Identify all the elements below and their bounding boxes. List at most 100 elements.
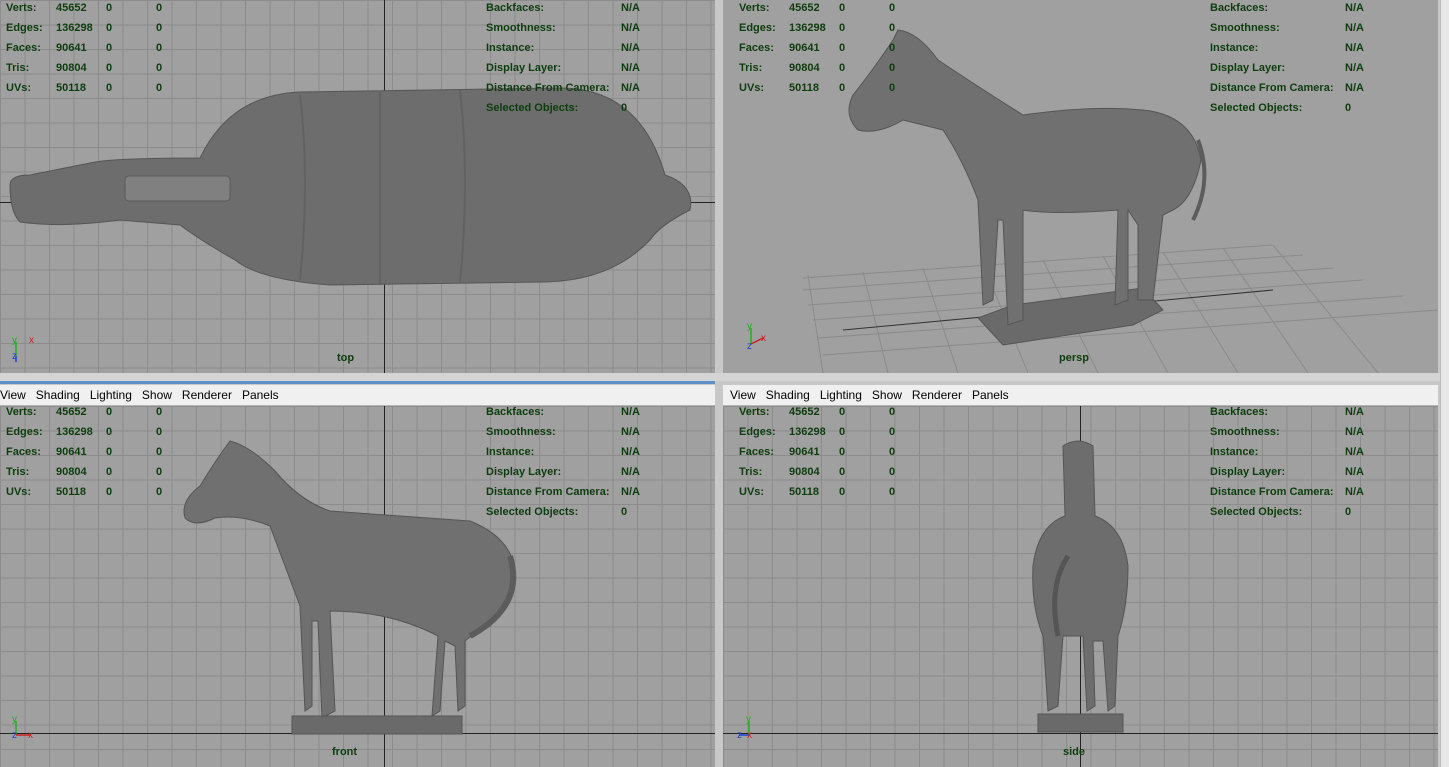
hud-value: N/A [621,466,640,478]
viewport-separator [0,373,1449,381]
hud-value: 0 [106,486,113,498]
menu-panels[interactable]: Panels [972,388,1009,402]
hud-value: N/A [1345,2,1364,14]
hud-poly-count: Verts: 45652 0 0 Edges: 136298 0 0 Faces: 90641… [6,0,176,98]
hud-value: 136298 [789,426,826,438]
hud-value: N/A [1345,426,1364,438]
hud-value: N/A [621,426,640,438]
hud-label: Tris: [739,62,763,74]
menu-shading[interactable]: Shading [766,388,810,402]
hud-value: 0 [839,486,846,498]
hud-value: N/A [621,486,640,498]
hud-label: UVs: [739,82,765,94]
viewport-persp[interactable]: Verts: 45652 0 0 Edges: 136298 0 0 Faces: 90641… [723,0,1438,373]
hud-label: Faces: [739,42,774,54]
hud-value: 90804 [56,466,87,478]
hud-label: Selected Objects: [486,102,579,114]
hud-value: 45652 [789,406,820,418]
hud-object-details: Backfaces: N/A Smoothness: N/A Instance: N/… [486,0,686,118]
viewport-front[interactable]: Verts: 45652 0 0 Edges: 136298 0 0 Faces: 90641… [0,406,715,767]
hud-object-details: Backfaces: N/A Smoothness: N/A Instance: N/… [486,406,686,522]
axis-x-label: x [28,730,33,741]
hud-value: 0 [106,406,113,418]
hud-label: Distance From Camera: [1210,486,1334,498]
hud-object-details: Backfaces: N/A Smoothness: N/A Instance: N/… [1210,0,1410,118]
hud-value: 45652 [56,2,87,14]
hud-poly-count: Verts: 45652 0 0 Edges: 136298 0 0 Faces: 90641… [739,406,909,502]
hud-value: 0 [106,466,113,478]
hud-value: 0 [156,22,163,34]
hud-value: 136298 [789,22,826,34]
menu-view[interactable]: View [730,388,756,402]
menu-renderer[interactable]: Renderer [912,388,962,402]
hud-value: 0 [889,466,896,478]
menu-show[interactable]: Show [872,388,902,402]
axis-z-label: z [12,730,17,741]
hud-value: 0 [621,506,628,518]
hud-label: Display Layer: [486,62,562,74]
viewport-top[interactable]: Verts: 45652 0 0 Edges: 136298 0 0 Faces: 90641… [0,0,715,373]
hud-value: 0 [156,2,163,14]
hud-label: Selected Objects: [486,506,579,518]
axis-x-label: x [761,333,766,344]
hud-label: Verts: [739,2,770,14]
hud-value: 0 [889,406,896,418]
viewport-side[interactable]: Verts: 45652 0 0 Edges: 136298 0 0 Faces: 90641… [723,406,1438,767]
hud-value: 90641 [789,446,820,458]
hud-value: 45652 [789,2,820,14]
hud-value: N/A [621,2,640,14]
camera-label-top: top [337,352,355,364]
menu-panels[interactable]: Panels [242,388,279,402]
hud-label: Selected Objects: [1210,506,1303,518]
scrollbar-strip[interactable] [1440,0,1449,767]
axis-y-label: y [12,714,17,725]
menu-renderer[interactable]: Renderer [182,388,232,402]
hud-label: Faces: [6,42,41,54]
hud-value: N/A [621,42,640,54]
hud-value: 50118 [789,82,819,94]
hud-value: 50118 [56,486,86,498]
hud-value: 0 [839,22,846,34]
hud-value: N/A [1345,22,1364,34]
panel-menubar-side: View Shading Lighting Show Renderer Pane… [723,385,1438,406]
hud-label: Tris: [6,62,30,74]
hud-value: 0 [156,426,163,438]
hud-value: 0 [889,486,896,498]
hud-label: Verts: [6,406,37,418]
hud-value: N/A [621,406,640,418]
hud-label: Faces: [739,446,774,458]
hud-value: N/A [1345,406,1364,418]
hud-value: 0 [106,62,113,74]
hud-value: N/A [621,446,640,458]
hud-label: Smoothness: [1210,22,1280,34]
hud-value: 0 [106,42,113,54]
hud-value: 0 [1345,506,1352,518]
hud-label: Display Layer: [486,466,562,478]
hud-label: Instance: [486,42,535,54]
axis-y-label: y [12,335,17,346]
hud-value: N/A [621,62,640,74]
hud-value: 0 [839,62,846,74]
axis-y-label: y [747,321,752,332]
hud-value: 0 [889,22,896,34]
menu-shading[interactable]: Shading [36,388,80,402]
hud-label: Instance: [486,446,535,458]
hud-value: 0 [106,2,113,14]
hud-label: Faces: [6,446,41,458]
hud-value: 0 [156,82,163,94]
hud-poly-count: Verts: 45652 0 0 Edges: 136298 0 0 Faces: 90641… [6,406,176,502]
menu-view[interactable]: View [0,388,26,402]
hud-label: Tris: [6,466,30,478]
hud-value: N/A [1345,82,1364,94]
menu-show[interactable]: Show [142,388,172,402]
axis-z-label: z [12,351,17,362]
hud-label: Instance: [1210,446,1259,458]
hud-value: N/A [1345,466,1364,478]
menu-lighting[interactable]: Lighting [820,388,862,402]
hud-value: 90804 [56,62,87,74]
menu-lighting[interactable]: Lighting [90,388,132,402]
camera-label-side: side [1063,746,1086,758]
hud-label: Edges: [6,426,43,438]
hud-value: N/A [1345,446,1364,458]
hud-value: 50118 [789,486,819,498]
